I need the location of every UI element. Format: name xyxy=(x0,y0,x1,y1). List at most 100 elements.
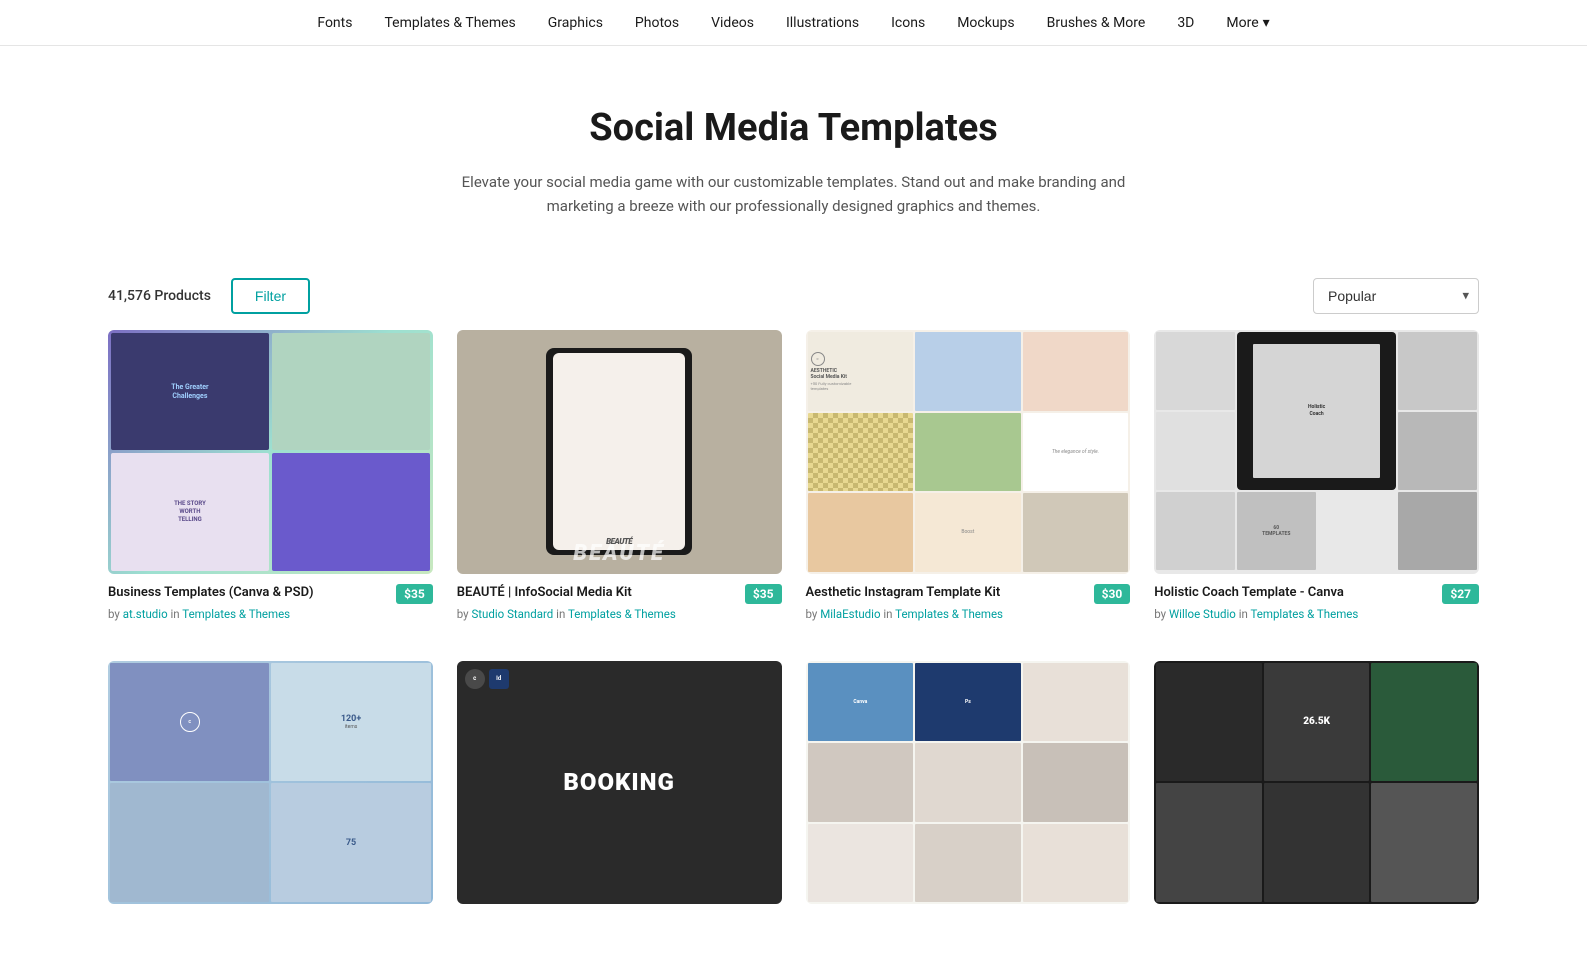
nav-videos[interactable]: Videos xyxy=(711,15,754,31)
product-thumbnail-8: 26.5K xyxy=(1154,661,1479,905)
thumb-tile xyxy=(808,743,914,822)
thumb-tile xyxy=(1156,412,1235,490)
thumb-tile xyxy=(1398,412,1477,490)
product-author-link-3[interactable]: MilaEstudio xyxy=(820,607,880,621)
main-nav: Fonts Templates & Themes Graphics Photos… xyxy=(0,0,1587,46)
product-category-link-3[interactable]: Templates & Themes xyxy=(895,607,1003,621)
thumb-tile xyxy=(1023,493,1129,572)
product-count: 41,576 Products xyxy=(108,288,211,304)
page-title: Social Media Templates xyxy=(364,106,1224,150)
product-author-link-4[interactable]: Willoe Studio xyxy=(1169,607,1236,621)
sort-wrapper: Popular Newest Best Selling Price: Low t… xyxy=(1313,278,1479,314)
product-info-2: BEAUTÉ | InfoSocial Media Kit $35 xyxy=(457,584,782,604)
thumb-tile xyxy=(1023,824,1129,903)
thumb-tile xyxy=(1371,663,1477,782)
thumb-tile xyxy=(1023,663,1129,742)
thumb-tile: 75 xyxy=(271,783,430,902)
product-card-5[interactable]: c 120+ items 75 xyxy=(108,661,433,915)
nav-icons[interactable]: Icons xyxy=(891,15,925,31)
product-info-4: Holistic Coach Template - Canva $27 xyxy=(1154,584,1479,604)
thumb-tile xyxy=(1023,743,1129,822)
thumb-tile: c xyxy=(110,663,269,782)
product-card-3[interactable]: c AESTHETICSocial Media Kit +50 Fully cu… xyxy=(806,330,1131,621)
product-in-label: in xyxy=(1239,607,1251,621)
thumb-tile: 26.5K xyxy=(1264,663,1370,782)
nav-photos[interactable]: Photos xyxy=(635,15,679,31)
product-author-link-2[interactable]: Studio Standard xyxy=(471,607,553,621)
thumb-tile xyxy=(1156,492,1235,570)
product-thumbnail-1: The GreaterChallenges THE STORYWORTHTELL… xyxy=(108,330,433,574)
thumb-tile xyxy=(272,333,430,450)
products-grid: The GreaterChallenges THE STORYWORTHTELL… xyxy=(0,330,1587,661)
phone-mockup-4: HolisticCoach xyxy=(1237,332,1396,490)
thumb-tile xyxy=(808,824,914,903)
thumb-tile xyxy=(808,413,914,492)
nav-graphics[interactable]: Graphics xyxy=(548,15,603,31)
product-card-1[interactable]: The GreaterChallenges THE STORYWORTHTELL… xyxy=(108,330,433,621)
product-thumbnail-6: c Id BOOKING xyxy=(457,661,782,905)
nav-templates[interactable]: Templates & Themes xyxy=(384,15,515,31)
product-author-label: by xyxy=(806,607,821,621)
thumb-tile xyxy=(915,824,1021,903)
thumb-tile xyxy=(915,413,1021,492)
thumb-tile xyxy=(1398,492,1477,570)
phone-screen-4: HolisticCoach xyxy=(1253,344,1381,478)
thumb-tile: The elegance of style. xyxy=(1023,413,1129,492)
chevron-down-icon: ▾ xyxy=(1263,15,1270,31)
product-thumbnail-5: c 120+ items 75 xyxy=(108,661,433,905)
product-title-4: Holistic Coach Template - Canva xyxy=(1154,584,1434,602)
thumb-tile: Canva xyxy=(808,663,914,742)
thumb-tile xyxy=(1371,783,1477,902)
thumb-tile xyxy=(1023,332,1129,411)
product-title-2: BEAUTÉ | InfoSocial Media Kit xyxy=(457,584,737,602)
product-meta-2: by Studio Standard in Templates & Themes xyxy=(457,607,782,621)
beaute-overlay-text: BEAUTÉ xyxy=(573,541,665,566)
product-author-link-1[interactable]: at.studio xyxy=(123,607,168,621)
product-meta-3: by MilaEstudio in Templates & Themes xyxy=(806,607,1131,621)
hero-section: Social Media Templates Elevate your soci… xyxy=(344,46,1244,258)
sort-select[interactable]: Popular Newest Best Selling Price: Low t… xyxy=(1313,278,1479,314)
product-title-1: Business Templates (Canva & PSD) xyxy=(108,584,388,602)
product-author-label: by xyxy=(108,607,123,621)
nav-illustrations[interactable]: Illustrations xyxy=(786,15,859,31)
product-author-label: by xyxy=(1154,607,1169,621)
product-thumbnail-4: HolisticCoach 60TEMPLATES xyxy=(1154,330,1479,574)
filter-button[interactable]: Filter xyxy=(231,278,310,314)
product-category-link-2[interactable]: Templates & Themes xyxy=(568,607,676,621)
product-card-8[interactable]: 26.5K xyxy=(1154,661,1479,915)
thumb-tile xyxy=(1398,332,1477,410)
nav-mockups[interactable]: Mockups xyxy=(957,15,1014,31)
thumb-tile xyxy=(915,743,1021,822)
product-title-3: Aesthetic Instagram Template Kit xyxy=(806,584,1086,602)
product-price-2: $35 xyxy=(745,584,782,604)
phone-screen: BEAUTÉ xyxy=(553,353,685,550)
thumb-tile: 60TEMPLATES xyxy=(1237,492,1316,570)
product-card-6[interactable]: c Id BOOKING xyxy=(457,661,782,915)
product-in-label: in xyxy=(883,607,895,621)
product-thumbnail-7: Canva Ps xyxy=(806,661,1131,905)
thumb-tile: c AESTHETICSocial Media Kit +50 Fully cu… xyxy=(808,332,914,411)
nav-3d[interactable]: 3D xyxy=(1177,15,1194,31)
thumb-tile: THE STORYWORTHTELLING xyxy=(111,453,269,570)
product-in-label: in xyxy=(556,607,568,621)
thumb-tile xyxy=(1318,492,1397,570)
thumb-tile xyxy=(1264,783,1370,902)
product-category-link-1[interactable]: Templates & Themes xyxy=(182,607,290,621)
thumb-tile xyxy=(915,332,1021,411)
nav-more[interactable]: More ▾ xyxy=(1226,15,1269,31)
nav-brushes[interactable]: Brushes & More xyxy=(1047,15,1146,31)
thumb-tile xyxy=(272,453,430,570)
thumb-tile: The GreaterChallenges xyxy=(111,333,269,450)
product-thumbnail-2: BEAUTÉ BEAUTÉ xyxy=(457,330,782,574)
product-info-3: Aesthetic Instagram Template Kit $30 xyxy=(806,584,1131,604)
product-card-7[interactable]: Canva Ps xyxy=(806,661,1131,915)
id-badge: Id xyxy=(489,669,509,689)
product-card-2[interactable]: BEAUTÉ BEAUTÉ BEAUTÉ | InfoSocial Media … xyxy=(457,330,782,621)
booking-text: BOOKING xyxy=(563,768,674,796)
products-grid-row2: c 120+ items 75 c Id BOOKING xyxy=(0,661,1587,954)
product-category-link-4[interactable]: Templates & Themes xyxy=(1250,607,1358,621)
nav-fonts[interactable]: Fonts xyxy=(317,15,352,31)
thumb-tile xyxy=(1156,783,1262,902)
product-card-4[interactable]: HolisticCoach 60TEMPLATES Holistic Coach… xyxy=(1154,330,1479,621)
product-author-label: by xyxy=(457,607,472,621)
